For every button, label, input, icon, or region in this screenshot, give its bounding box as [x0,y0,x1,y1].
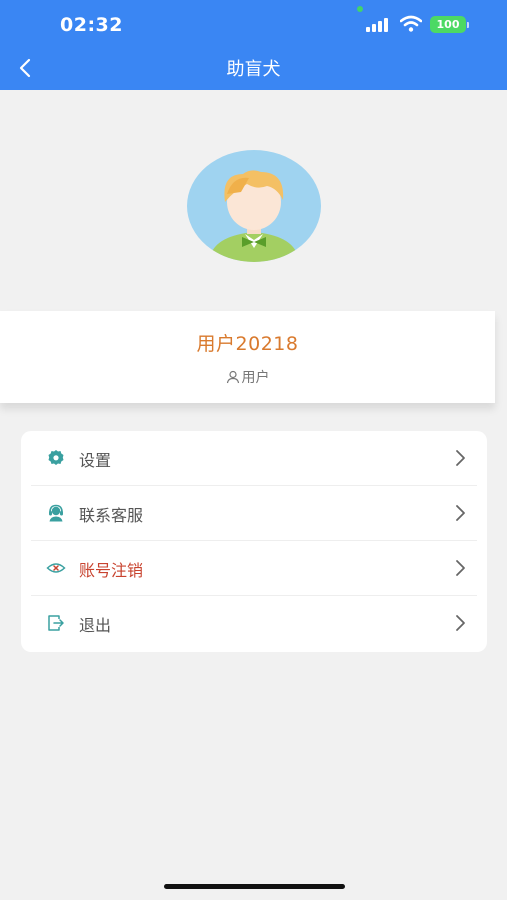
menu-item-customer-service[interactable]: 联系客服 [21,486,487,541]
menu-item-label: 设置 [79,451,112,470]
menu-item-cancel-account[interactable]: 账号注销 [21,541,487,596]
menu-item-label: 账号注销 [79,561,144,580]
gear-icon [48,450,64,465]
chevron-right-icon [456,450,465,466]
menu-item-settings[interactable]: 设置 [21,431,487,486]
page-title: 助盲犬 [226,59,281,80]
chevron-right-icon [456,615,465,631]
top-bar: 02:32 100 助盲犬 [0,0,507,90]
status-time: 02:32 [60,14,123,36]
battery-level: 100 [436,18,460,31]
menu-item-label: 联系客服 [79,506,144,525]
menu-item-label: 退出 [79,616,112,635]
battery-icon: 100 [430,16,469,33]
profile-card: 用户20218 用户 [0,311,495,403]
chevron-right-icon [456,560,465,576]
menu-item-logout[interactable]: 退出 [21,596,487,651]
privacy-indicator-dot [357,6,363,12]
cancel-account-icon [46,563,66,573]
role-label: 用户 [0,367,495,387]
chevron-right-icon [456,505,465,521]
headset-icon [49,504,63,522]
wifi-icon [400,15,422,32]
role-text: 用户 [241,370,270,386]
logout-icon [48,615,64,631]
username: 用户20218 [196,333,299,355]
person-icon [226,370,239,384]
avatar [187,150,321,262]
home-indicator[interactable] [164,884,345,889]
signal-icon [366,18,392,32]
menu-card: 设置 联系客服 账号注销 退出 [21,431,487,652]
